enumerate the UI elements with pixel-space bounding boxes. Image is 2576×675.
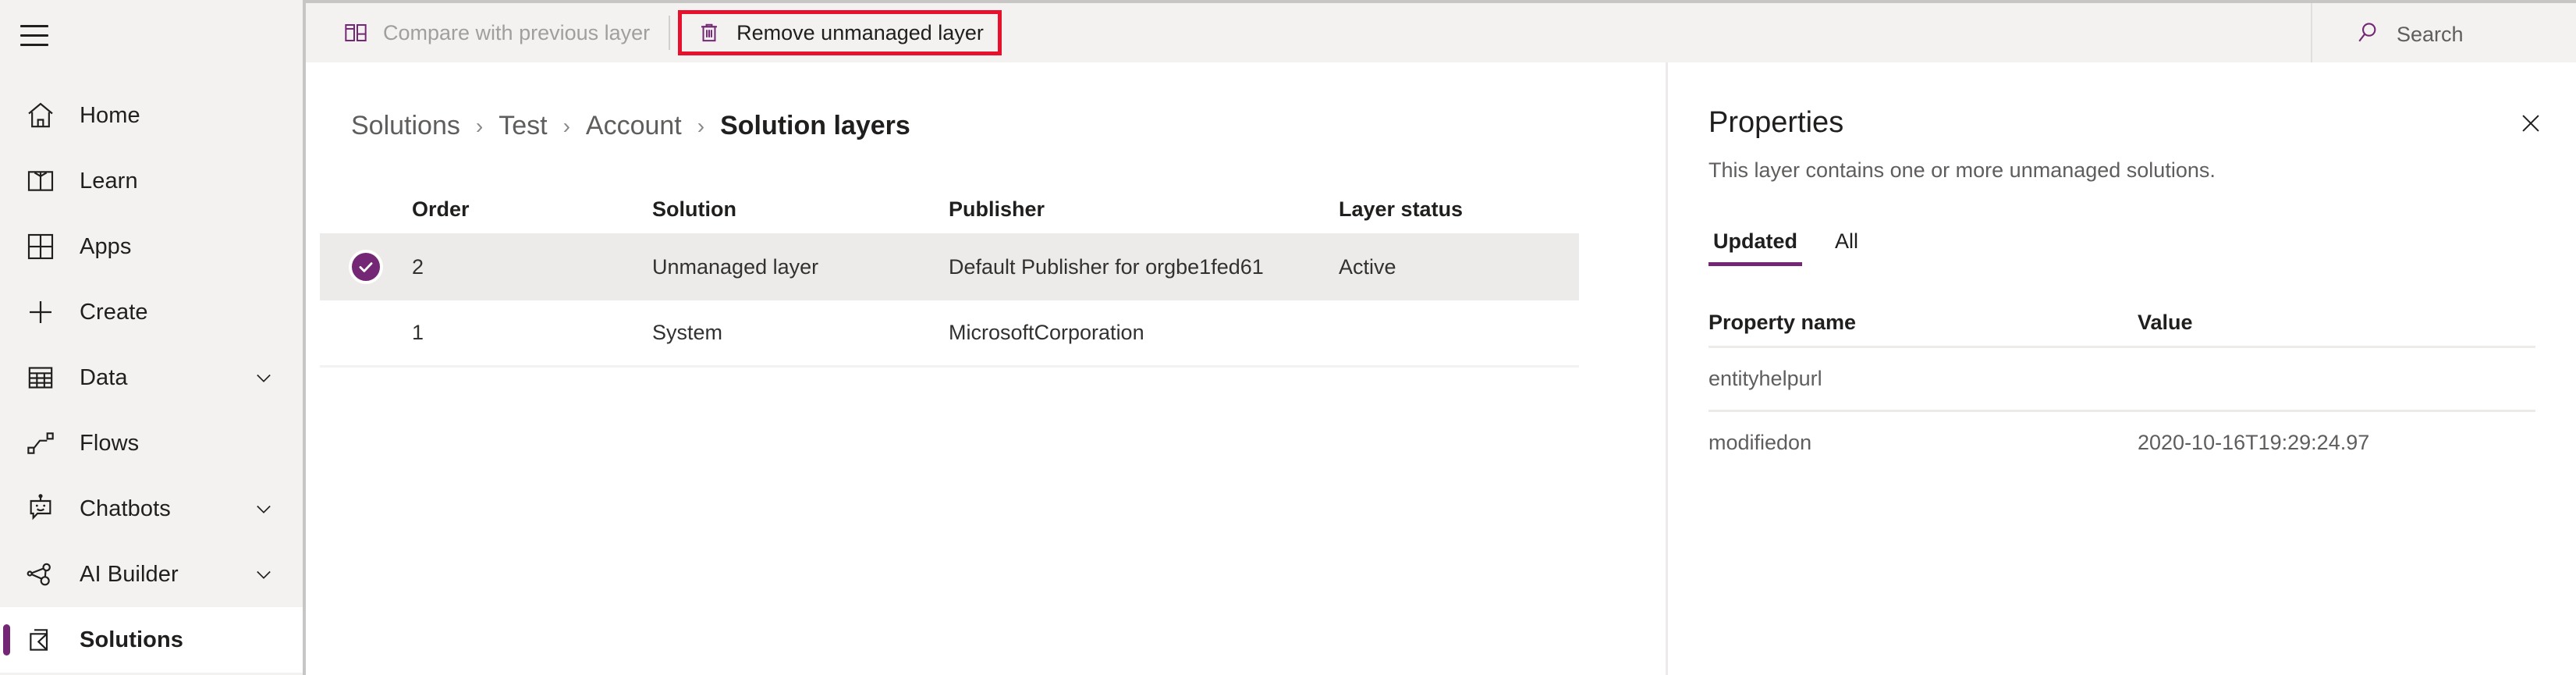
cell-solution: Unmanaged layer [652, 254, 819, 279]
plus-icon [23, 295, 58, 329]
table-row[interactable]: 2 Unmanaged layer Default Publisher for … [320, 233, 1579, 300]
sidebar-item-label: Data [80, 364, 128, 390]
breadcrumb-separator-icon: › [697, 113, 705, 138]
compare-with-previous-layer-button[interactable]: Compare with previous layer [328, 10, 664, 55]
search-icon [2354, 20, 2381, 50]
apps-grid-icon [23, 229, 58, 264]
properties-header-row: Property name Value [1708, 299, 2535, 346]
compare-panels-icon [342, 20, 369, 46]
tab-updated[interactable]: Updated [1708, 222, 1802, 266]
sidebar-item-solutions[interactable]: Solutions [0, 607, 303, 673]
sidebar: Home Learn Apps Create Data Flows Chatbo… [0, 0, 306, 675]
sidebar-item-label: Learn [80, 168, 138, 194]
table-icon [23, 361, 58, 395]
cell-property-name: modifiedon [1708, 431, 1812, 454]
trash-icon [696, 20, 722, 46]
cell-solution: System [652, 321, 723, 344]
properties-table: Property name Value entityhelpurl modifi… [1708, 299, 2535, 474]
ai-builder-icon [23, 557, 58, 592]
cell-order: 2 [412, 254, 424, 279]
sidebar-item-label: Create [80, 299, 148, 325]
cell-property-value: 2020-10-16T19:29:24.97 [2138, 431, 2370, 454]
hamburger-line [20, 43, 48, 46]
sidebar-item-label: Chatbots [80, 496, 171, 521]
properties-row[interactable]: entityhelpurl [1708, 346, 2535, 410]
command-separator [669, 16, 671, 50]
table-row[interactable]: 1 System MicrosoftCorporation [320, 300, 1579, 368]
chevron-down-icon[interactable] [253, 563, 275, 585]
app-root: Home Learn Apps Create Data Flows Chatbo… [0, 0, 2576, 675]
column-header-order[interactable]: Order [412, 197, 652, 222]
sidebar-item-chatbots[interactable]: Chatbots [0, 476, 303, 542]
cell-publisher: Default Publisher for orgbe1fed61 [949, 254, 1264, 279]
properties-panel: Properties This layer contains one or mo… [1668, 62, 2576, 675]
sidebar-item-label: AI Builder [80, 561, 179, 587]
properties-row[interactable]: modifiedon 2020-10-16T19:29:24.97 [1708, 410, 2535, 474]
sidebar-item-learn[interactable]: Learn [0, 148, 303, 214]
flow-icon [23, 426, 58, 460]
sidebar-item-apps[interactable]: Apps [0, 214, 303, 279]
column-header-value: Value [2138, 310, 2193, 334]
checkmark-icon[interactable] [349, 250, 383, 284]
sidebar-item-data[interactable]: Data [0, 345, 303, 410]
solution-layers-table: Order Solution Publisher Layer status 2 … [320, 185, 1579, 368]
search-label: Search [2397, 22, 2464, 46]
column-header-layer-status[interactable]: Layer status [1339, 197, 1573, 222]
hamburger-line [20, 24, 48, 27]
sidebar-nav: Home Learn Apps Create Data Flows Chatbo… [0, 83, 303, 673]
home-icon [23, 98, 58, 133]
hamburger-line [20, 34, 48, 37]
sidebar-item-ai-builder[interactable]: AI Builder [0, 542, 303, 607]
sidebar-item-create[interactable]: Create [0, 279, 303, 345]
breadcrumb-separator-icon: › [475, 113, 484, 138]
sidebar-item-label: Solutions [80, 627, 184, 652]
tab-all[interactable]: All [1830, 222, 1863, 266]
sidebar-item-label: Home [80, 102, 140, 128]
breadcrumb-item-solutions[interactable]: Solutions [351, 111, 460, 141]
compare-button-label: Compare with previous layer [383, 20, 651, 44]
main-panel: Solutions › Test › Account › Solution la… [306, 62, 1668, 675]
book-icon [23, 164, 58, 198]
column-header-property-name: Property name [1708, 310, 1857, 334]
menu-hamburger-icon[interactable] [20, 16, 64, 55]
remove-unmanaged-layer-highlight: Remove unmanaged layer [678, 10, 1002, 55]
selection-indicator [3, 624, 10, 655]
sidebar-item-flows[interactable]: Flows [0, 410, 303, 476]
chevron-down-icon[interactable] [253, 367, 275, 389]
content-area: Compare with previous layer Remove unman… [306, 0, 2576, 675]
column-header-publisher[interactable]: Publisher [949, 197, 1339, 222]
breadcrumb-item-test[interactable]: Test [499, 111, 547, 141]
solutions-icon [23, 623, 58, 657]
cell-layer-status: Active [1339, 254, 1396, 279]
breadcrumb: Solutions › Test › Account › Solution la… [306, 62, 1666, 141]
sidebar-item-label: Apps [80, 233, 132, 259]
sidebar-item-home[interactable]: Home [0, 83, 303, 148]
remove-button-label: Remove unmanaged layer [736, 20, 984, 44]
remove-unmanaged-layer-button[interactable]: Remove unmanaged layer [682, 10, 998, 55]
command-bar: Compare with previous layer Remove unman… [306, 0, 2576, 66]
row-select-cell[interactable] [320, 250, 412, 284]
chevron-down-icon[interactable] [253, 498, 275, 520]
page-title: Solution layers [720, 111, 910, 140]
robot-icon [23, 492, 58, 526]
properties-tabs: Updated All [1708, 222, 2535, 266]
column-header-solution[interactable]: Solution [652, 197, 949, 222]
cell-order: 1 [412, 321, 424, 344]
cell-property-name: entityhelpurl [1708, 367, 1822, 390]
table-header-row: Order Solution Publisher Layer status [320, 185, 1579, 233]
properties-subtitle: This layer contains one or more unmanage… [1708, 158, 2216, 182]
breadcrumb-separator-icon: › [562, 113, 570, 138]
breadcrumb-item-account[interactable]: Account [586, 111, 682, 141]
search-box[interactable]: Search [2311, 3, 2576, 66]
properties-title: Properties [1708, 106, 1844, 139]
cell-publisher: MicrosoftCorporation [949, 321, 1144, 344]
close-icon[interactable] [2514, 106, 2548, 140]
body-row: Solutions › Test › Account › Solution la… [306, 62, 2576, 675]
sidebar-item-label: Flows [80, 430, 140, 456]
